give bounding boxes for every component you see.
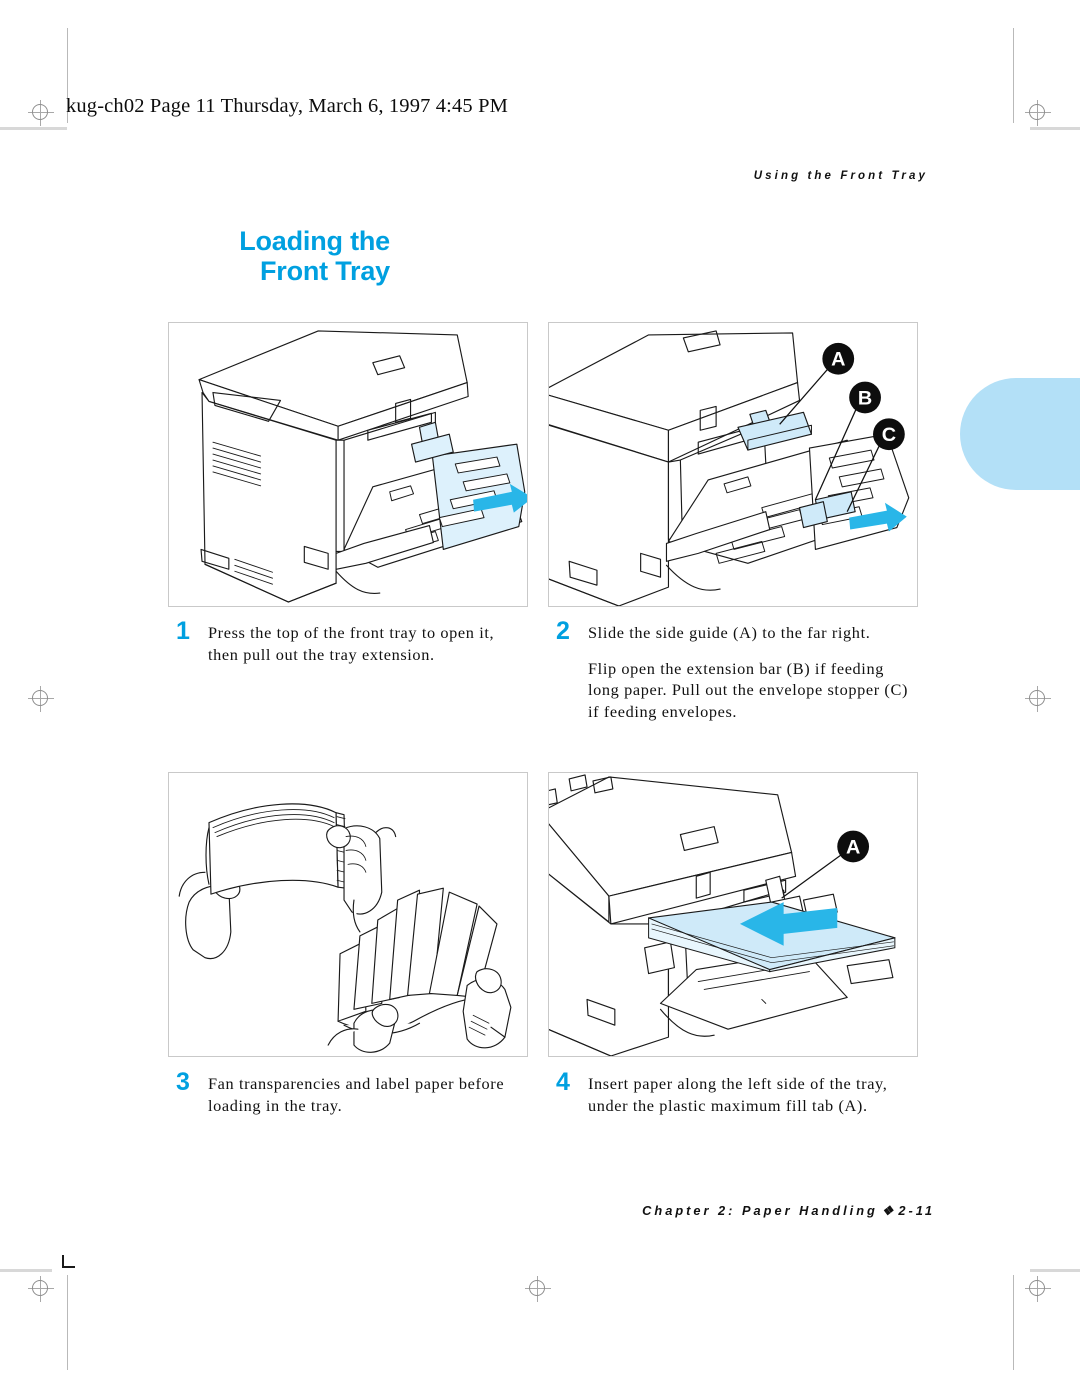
crop-line-right-bottom [1013, 1275, 1014, 1370]
svg-text:B: B [858, 387, 872, 409]
footer-chapter: Chapter 2: Paper Handling [642, 1203, 878, 1218]
svg-text:A: A [846, 836, 860, 858]
page-footer: Chapter 2: Paper Handling ❖ 2-11 [642, 1203, 935, 1219]
crop-line-right-top [1013, 28, 1014, 123]
figure-4-panel: A [548, 772, 918, 1057]
figure-2-callout-b: B [849, 381, 881, 414]
registration-mark-top-right [1025, 100, 1051, 126]
figure-4-illustration: A [549, 774, 896, 1056]
crop-line-bottom-left [0, 1269, 52, 1272]
step-2-number: 2 [556, 617, 570, 645]
step-4-number: 4 [556, 1068, 570, 1096]
figure-2-illustration: A B C [549, 330, 910, 606]
crop-line-top-left [0, 127, 67, 130]
step-4: 4 Insert paper along the left side of th… [556, 1068, 926, 1116]
page-title-line-1: Loading the [239, 226, 390, 256]
running-head: Using the Front Tray [753, 170, 928, 182]
step-1-paragraph-1: Press the top of the front tray to open … [208, 623, 495, 664]
step-3: 3 Fan transparencies and label paper bef… [176, 1068, 521, 1116]
figure-3-panel [168, 772, 528, 1057]
step-2-body: Slide the side guide (A) to the far righ… [588, 622, 916, 722]
step-2-paragraph-2: Flip open the extension bar (B) if feedi… [588, 658, 908, 721]
figure-4-callout-a: A [837, 830, 870, 863]
figure-1-panel [168, 322, 528, 607]
footer-separator-icon: ❖ [881, 1203, 895, 1218]
registration-mark-bottom-right [1025, 1276, 1051, 1302]
figure-2-callout-c: C [873, 418, 905, 451]
print-header-text: kug-ch02 Page 11 Thursday, March 6, 1997… [66, 95, 509, 117]
step-3-body: Fan transparencies and label paper befor… [208, 1073, 521, 1116]
footer-page-number: 2-11 [898, 1203, 935, 1218]
step-4-body: Insert paper along the left side of the … [588, 1073, 926, 1116]
step-3-number: 3 [176, 1068, 190, 1096]
registration-mark-right-middle [1025, 686, 1051, 712]
step-1-number: 1 [176, 617, 190, 645]
corner-mark-bottom-left [62, 1255, 75, 1268]
step-1-body: Press the top of the front tray to open … [208, 622, 521, 665]
figure-3-illustration [178, 803, 512, 1053]
page-title-line-2: Front Tray [259, 256, 390, 286]
registration-mark-bottom-left [28, 1276, 54, 1302]
crop-line-bottom-right [1030, 1269, 1080, 1272]
svg-text:C: C [882, 424, 896, 446]
registration-mark-bottom-center [525, 1276, 551, 1302]
page-title: Loading the Front Tray [140, 226, 390, 286]
figure-1-illustration [198, 330, 527, 603]
step-2-paragraph-1: Slide the side guide (A) to the far righ… [588, 623, 871, 642]
step-3-paragraph-1: Fan transparencies and label paper befor… [208, 1074, 505, 1115]
chapter-thumb-tab [960, 378, 1080, 490]
crop-line-top-right [1030, 127, 1080, 130]
registration-mark-left-middle [28, 686, 54, 712]
figure-2-panel: A B C [548, 322, 918, 607]
step-2: 2 Slide the side guide (A) to the far ri… [556, 617, 916, 722]
crop-line-left-bottom [67, 1275, 68, 1370]
figure-2-callout-a: A [822, 342, 855, 375]
step-4-paragraph-1: Insert paper along the left side of the … [588, 1074, 888, 1115]
registration-mark-top-left [28, 100, 54, 126]
step-1: 1 Press the top of the front tray to ope… [176, 617, 521, 665]
svg-text:A: A [831, 349, 845, 371]
